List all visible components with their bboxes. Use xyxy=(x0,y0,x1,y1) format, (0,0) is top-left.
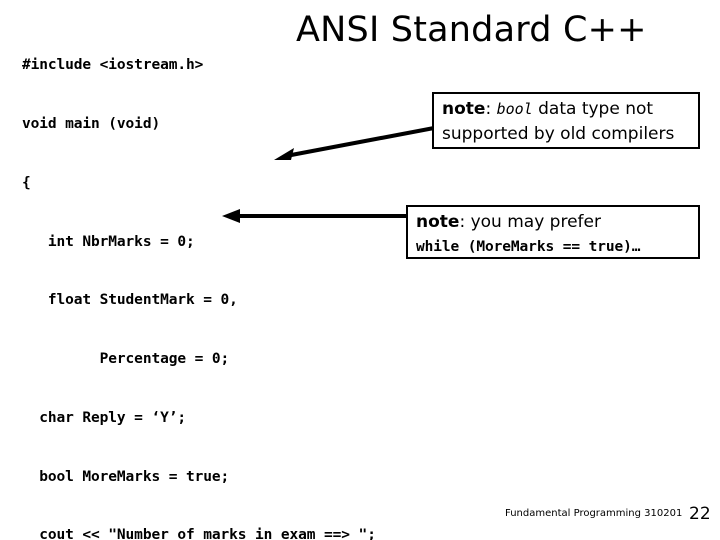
note-colon: : xyxy=(485,99,497,119)
code-term-bool: bool xyxy=(496,100,533,118)
callout-bool-line2: supported by old compilers xyxy=(442,124,675,144)
code-listing: #include <iostream.h> void main (void) {… xyxy=(22,17,492,540)
callout-bool-line1: note: bool data type not xyxy=(442,97,692,122)
slide-canvas: ANSI Standard C++ #include <iostream.h> … xyxy=(0,0,720,540)
callout-arrow-bool-icon xyxy=(274,126,435,160)
code-line: bool MoreMarks = true; xyxy=(22,468,230,485)
callout-note-bool: note: bool data type not supported by ol… xyxy=(432,92,700,149)
note-label: note xyxy=(442,99,486,119)
code-line: #include <iostream.h> xyxy=(22,57,204,74)
code-line: cout << "Number of marks in exam ==> "; xyxy=(22,527,376,540)
footer-course-label: Fundamental Programming 310201 xyxy=(505,508,683,519)
note-label: note xyxy=(416,212,460,232)
note-colon: : xyxy=(459,212,471,232)
code-line: { xyxy=(22,174,31,191)
callout-while-line2: while (MoreMarks == true)… xyxy=(416,239,641,255)
callout-bool-text: data type not xyxy=(532,99,654,119)
code-line: float StudentMark = 0, xyxy=(22,292,238,309)
page-number: 22 xyxy=(689,504,711,524)
callout-while-text: you may prefer xyxy=(470,212,601,232)
code-line: Percentage = 0; xyxy=(22,351,230,368)
callout-while-line1: note: you may prefer xyxy=(416,210,692,235)
callout-arrow-while-icon xyxy=(222,209,407,223)
code-line: char Reply = ‘Y’; xyxy=(22,409,186,426)
callout-note-while: note: you may prefer while (MoreMarks ==… xyxy=(406,205,700,259)
